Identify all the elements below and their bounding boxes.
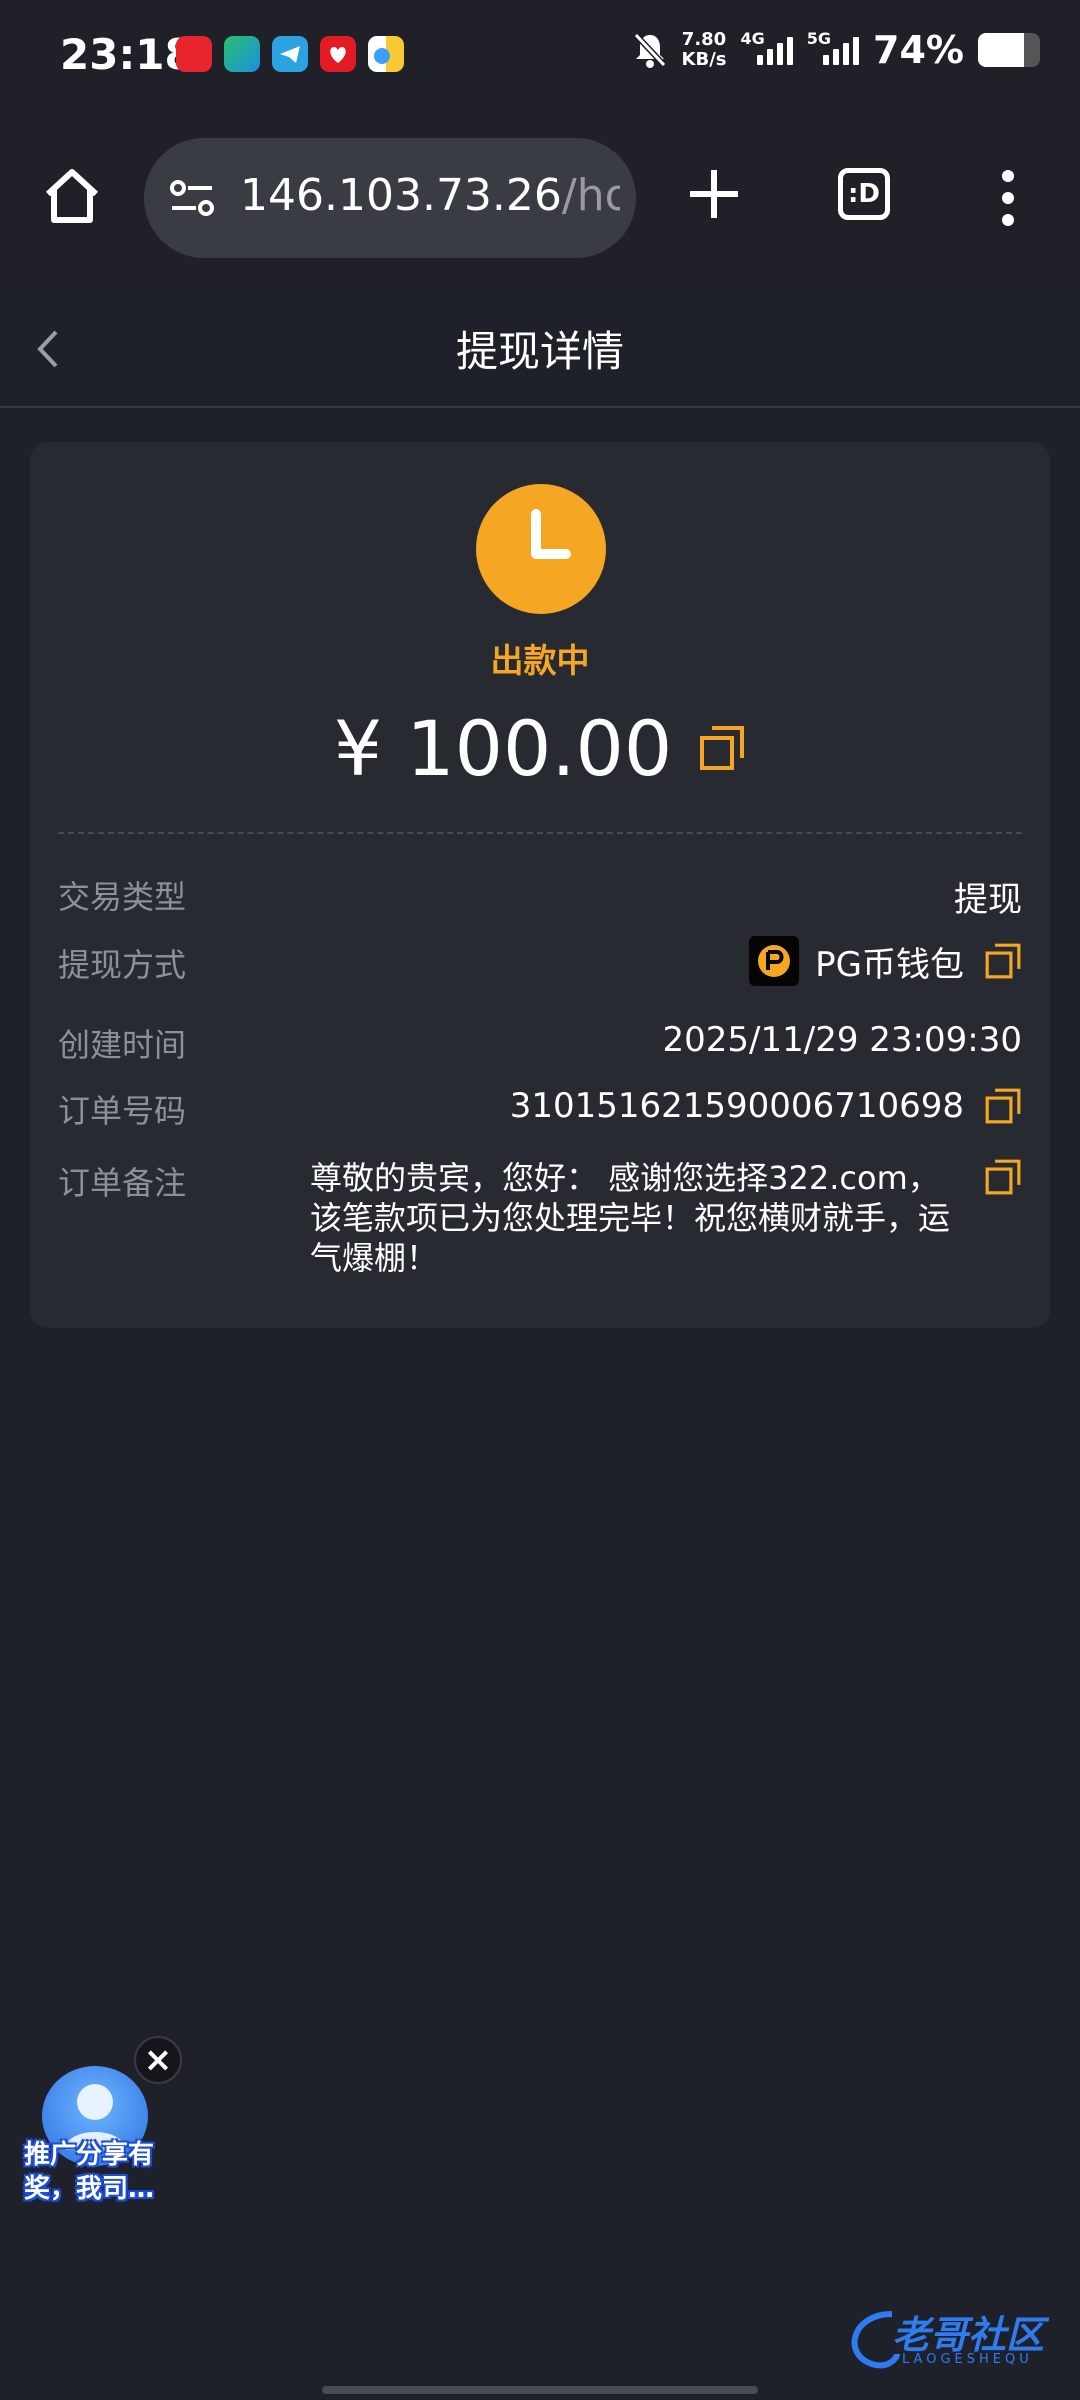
url-path: /hor (561, 170, 620, 221)
status-label: 出款中 (490, 641, 590, 680)
app-icon-red-heart (320, 36, 356, 72)
net-type-5g: 5G (806, 28, 832, 48)
net-type-4g: 4G (740, 28, 765, 48)
pg-wallet-logo (749, 936, 800, 986)
row-value: PG币钱包 (815, 944, 964, 985)
divider (58, 832, 1022, 834)
page-title: 提现详情 (455, 327, 624, 376)
copy-icon[interactable] (984, 1087, 1022, 1125)
close-icon[interactable]: × (134, 2036, 182, 2084)
telegram-icon (272, 36, 308, 72)
copy-icon[interactable] (984, 942, 1022, 980)
home-indicator[interactable] (322, 2386, 758, 2394)
copy-icon[interactable] (984, 1158, 1022, 1196)
row-value: 310151621590006710698 (509, 1086, 964, 1126)
home-icon[interactable] (40, 164, 104, 228)
net-speed-unit: KB/s (681, 49, 727, 70)
row-value: 提现 (954, 880, 1022, 920)
status-right: 7.80 KB/s 4G 5G 74% (632, 28, 1040, 72)
app-icon-green (224, 36, 260, 72)
battery-icon (978, 33, 1040, 67)
withdrawal-detail-card: 出款中 ¥ 100.00 交易类型 提现 提现方式 PG币钱包 创建时间 202… (30, 442, 1050, 1328)
browser-toolbar: 146.103.73.26/hor :D (0, 110, 1080, 290)
amount-row: ¥ 100.00 (30, 704, 1050, 793)
clock-icon (476, 484, 606, 614)
row-label: 创建时间 (58, 1026, 187, 1064)
row-label: 交易类型 (58, 878, 187, 916)
row-value-wrap: 310151621590006710698 (510, 1086, 1022, 1126)
row-label: 订单备注 (58, 1164, 187, 1202)
plus-icon[interactable] (686, 166, 742, 222)
net-speed-value: 7.80 (681, 29, 727, 50)
notification-app-icons (176, 36, 404, 72)
tabs-icon[interactable]: :D (838, 168, 890, 220)
order-note-text: 尊敬的贵宾，您好： 感谢您选择322.com，该笔款项已为您处理完毕！祝您横财就… (310, 1159, 951, 1277)
amount: ¥ 100.00 (333, 704, 673, 793)
row-order-note: 订单备注 尊敬的贵宾，您好： 感谢您选择322.com，该笔款项已为您处理完毕！… (58, 1158, 1022, 1288)
promo-text[interactable]: 推广分享有奖，我司… (24, 2138, 194, 2206)
battery-fill (978, 33, 1024, 67)
row-value: 2025/11/29 23:09:30 (662, 1020, 1022, 1060)
row-value-wrap: PG币钱包 (749, 936, 1022, 986)
copy-icon[interactable] (698, 724, 746, 772)
app-icon-yellow-blue (368, 36, 404, 72)
promo-float-widget[interactable]: 推广分享有奖，我司… × (10, 2036, 190, 2216)
address-bar[interactable]: 146.103.73.26/hor (144, 138, 636, 258)
url-host: 146.103.73.26 (240, 170, 562, 221)
mute-bell-icon (633, 32, 666, 68)
url-text[interactable]: 146.103.73.26/hor (240, 170, 620, 221)
status-bar: 23:18 7.80 KB/s 4G 5G 74% (0, 0, 1080, 110)
net-speed: 7.80 KB/s (682, 30, 727, 70)
watermark-logo: 老哥社区 LAOGESHEQU (842, 2300, 1062, 2380)
row-label: 提现方式 (58, 946, 187, 984)
watermark-text: 老哥社区 (892, 2313, 1045, 2357)
more-vert-icon[interactable] (996, 170, 1020, 226)
battery-percent: 74% (873, 28, 964, 72)
row-label: 订单号码 (58, 1092, 187, 1130)
page-header: 提现详情 (0, 290, 1080, 408)
watermark-subtext: LAOGESHEQU (902, 2352, 1033, 2367)
app-icon-red (176, 36, 212, 72)
status-time: 23:18 (60, 30, 194, 79)
site-settings-icon[interactable] (168, 174, 216, 222)
